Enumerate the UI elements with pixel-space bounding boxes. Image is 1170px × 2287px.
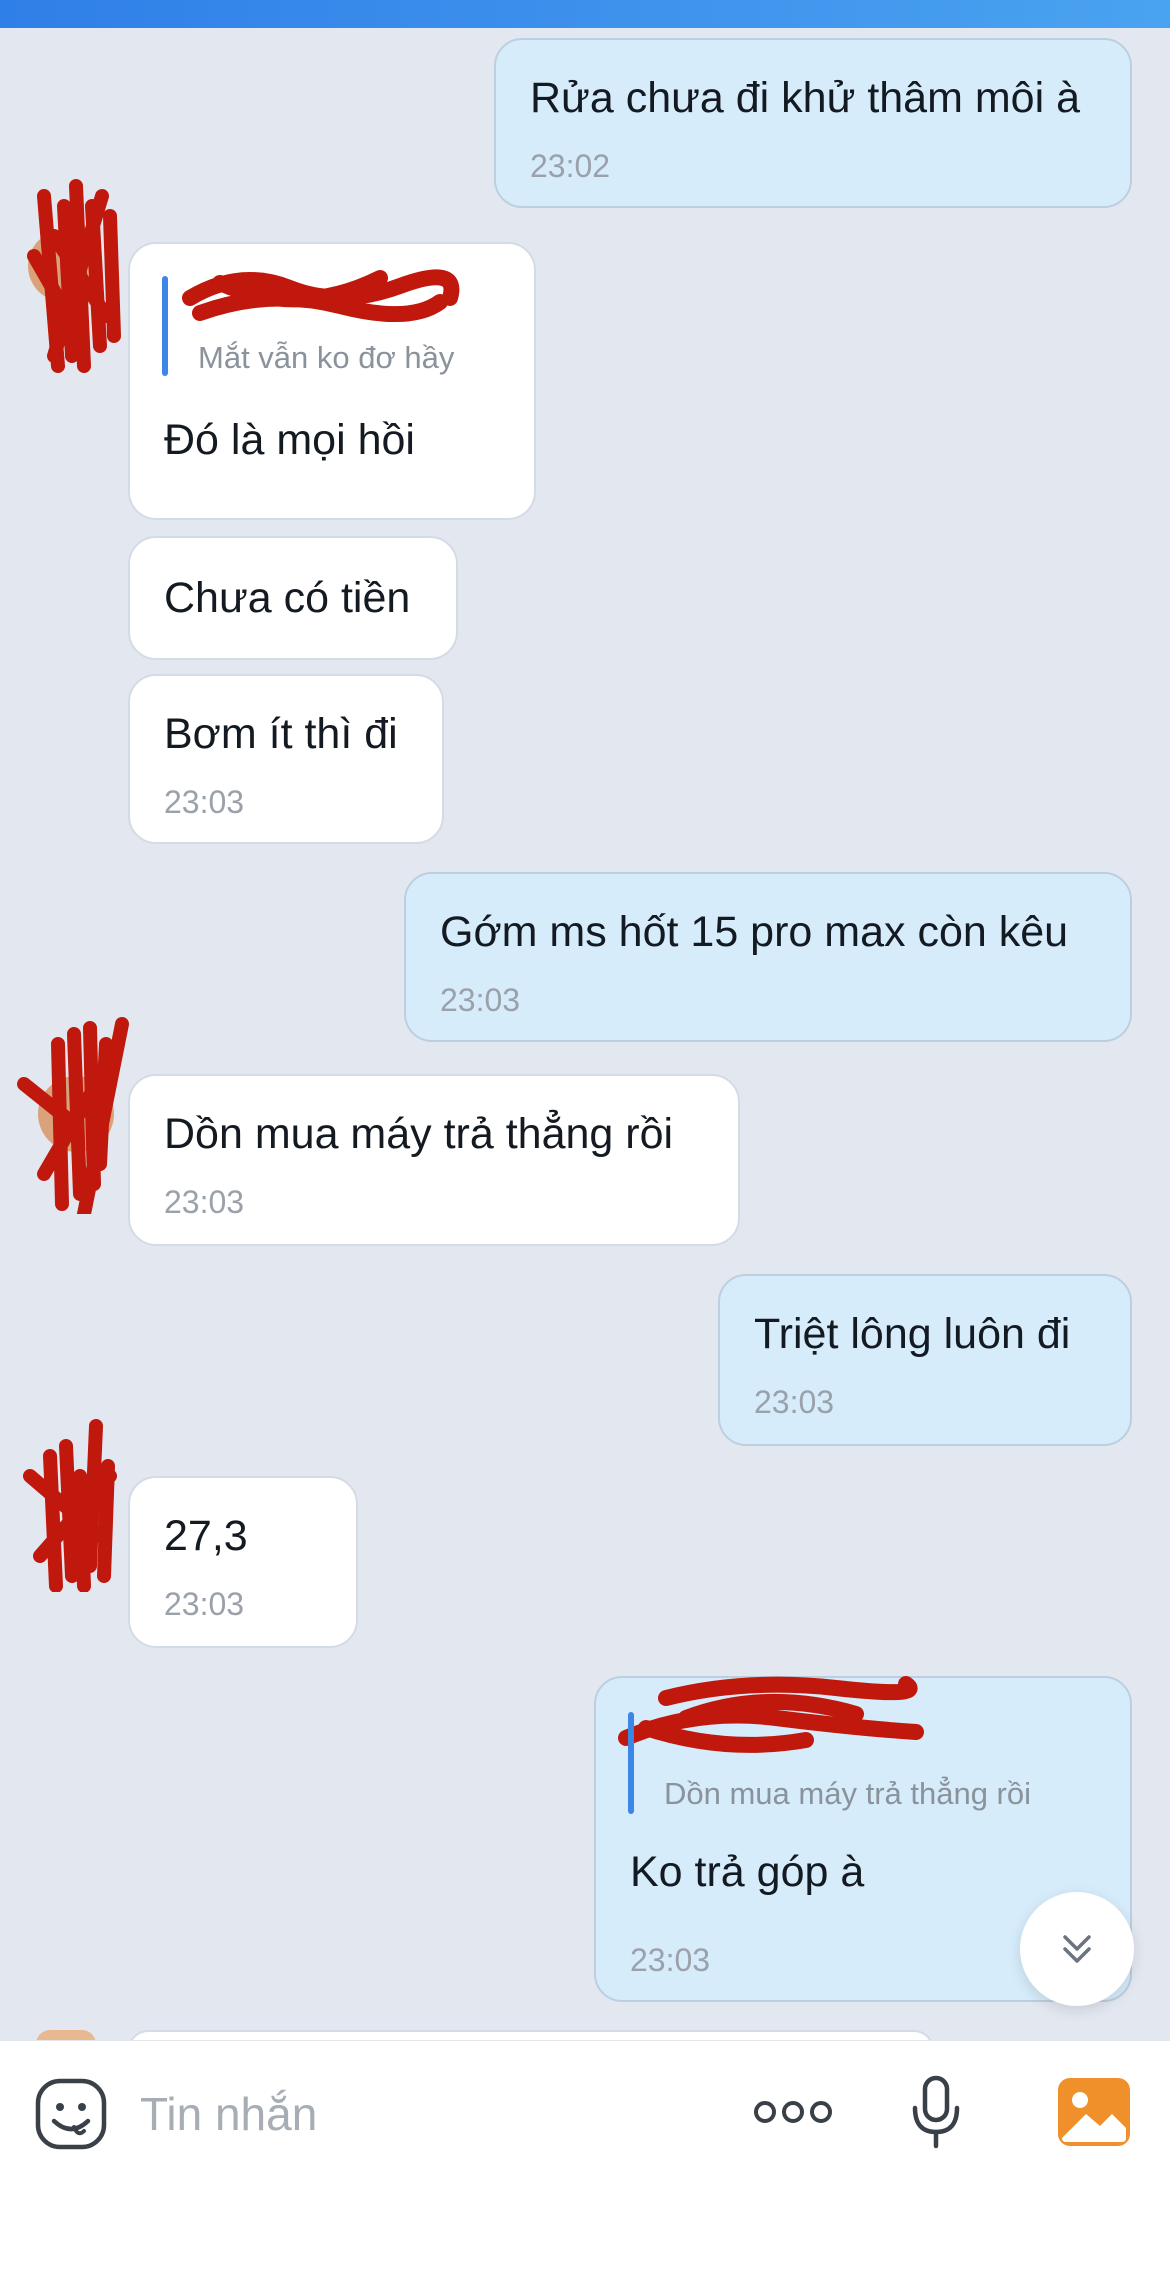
- message-time: 23:03: [754, 1384, 835, 1420]
- message-text: Rửa chưa đi khử thâm môi à: [530, 74, 1081, 122]
- message-bubble-outgoing[interactable]: Triệt lông luôn đi 23:03: [718, 1274, 1132, 1446]
- message-bubble-incoming[interactable]: Mắt vẫn ko đơ hầy Đó là mọi hồi: [128, 242, 536, 520]
- message-bubble-outgoing[interactable]: Rửa chưa đi khử thâm môi à 23:02: [494, 38, 1132, 208]
- microphone-icon[interactable]: [910, 2074, 962, 2150]
- message-text: Đó là mọi hồi: [164, 416, 415, 464]
- redacted-avatar: [23, 1419, 117, 1592]
- quoted-text: Mắt vẫn ko đơ hầy: [198, 340, 455, 375]
- message-text: Bơm ít thì đi: [164, 710, 398, 758]
- message-bubble-incoming[interactable]: Chưa có tiền: [128, 536, 458, 660]
- message-bubble-incoming[interactable]: Dồn mua máy trả thẳng rồi 23:03: [128, 1074, 740, 1246]
- quote-bar: [628, 1712, 634, 1814]
- redacted-avatar: [27, 179, 121, 373]
- message-text: Dồn mua máy trả thẳng rồi: [164, 1110, 674, 1158]
- status-bar-strip: [0, 0, 1170, 28]
- message-bubble-incoming[interactable]: 27,3 23:03: [128, 1476, 358, 1648]
- quote-bar: [162, 276, 168, 376]
- quoted-text: Dồn mua máy trả thẳng rồi: [664, 1776, 1032, 1811]
- message-text: Ko trả góp à: [630, 1848, 865, 1896]
- message-text: Triệt lông luôn đi: [754, 1310, 1071, 1358]
- redacted-quote-author: [182, 269, 460, 323]
- message-bubble-incoming[interactable]: Bơm ít thì đi 23:03: [128, 674, 444, 844]
- message-time: 23:03: [440, 982, 521, 1018]
- message-text: 27,3: [164, 1512, 248, 1560]
- message-text: Chưa có tiền: [164, 574, 411, 622]
- double-chevron-down-icon: [1063, 1935, 1091, 1963]
- image-icon[interactable]: [1056, 2076, 1132, 2148]
- scroll-to-bottom-button[interactable]: [1020, 1892, 1134, 2006]
- message-time: 23:03: [164, 1184, 245, 1220]
- redacted-avatar: [17, 1017, 129, 1214]
- emoji-icon[interactable]: [34, 2077, 108, 2151]
- more-icon[interactable]: [752, 2094, 834, 2130]
- message-bubble-outgoing[interactable]: Gớm ms hốt 15 pro max còn kêu 23:03: [404, 872, 1132, 1042]
- message-time: 23:03: [164, 784, 245, 820]
- message-text: Gớm ms hốt 15 pro max còn kêu: [440, 908, 1069, 956]
- message-input[interactable]: [140, 2078, 700, 2150]
- message-time: 23:02: [530, 148, 611, 184]
- redacted-quote-author: [618, 1676, 924, 1753]
- message-time: 23:03: [164, 1586, 245, 1622]
- message-time: 23:03: [630, 1942, 711, 1978]
